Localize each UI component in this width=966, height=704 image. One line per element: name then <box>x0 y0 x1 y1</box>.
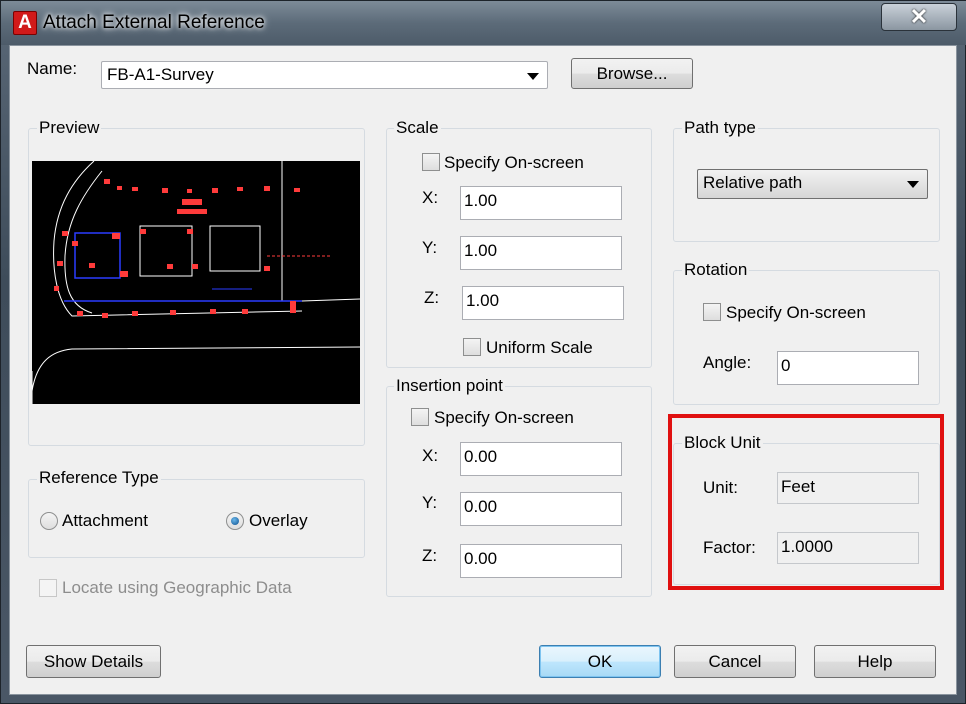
angle-label: Angle: <box>703 353 751 373</box>
path-type-dropdown[interactable]: Relative path <box>697 169 928 199</box>
insertion-y-input[interactable]: 0.00 <box>460 492 622 526</box>
rotation-specify-checkbox[interactable] <box>703 303 721 321</box>
preview-title: Preview <box>37 118 101 138</box>
help-button[interactable]: Help <box>814 645 936 678</box>
close-button[interactable]: ✕ <box>881 3 957 31</box>
name-dropdown-value: FB-A1-Survey <box>107 65 214 84</box>
insertion-z-label: Z: <box>422 546 437 566</box>
path-type-title: Path type <box>682 118 758 138</box>
insertion-specify-checkbox[interactable] <box>411 408 429 426</box>
insertion-x-input[interactable]: 0.00 <box>460 442 622 476</box>
name-dropdown[interactable]: FB-A1-Survey <box>101 61 548 89</box>
geographic-data-label: Locate using Geographic Data <box>62 578 292 598</box>
cancel-button[interactable]: Cancel <box>674 645 796 678</box>
scale-title: Scale <box>394 118 441 138</box>
survey-drawing-image <box>32 161 360 404</box>
insertion-point-title: Insertion point <box>394 376 505 396</box>
show-details-button[interactable]: Show Details <box>26 645 161 678</box>
rotation-title: Rotation <box>682 260 749 280</box>
reference-type-title: Reference Type <box>37 468 161 488</box>
chevron-down-icon <box>527 73 539 80</box>
browse-button[interactable]: Browse... <box>571 58 693 89</box>
uniform-scale-checkbox[interactable] <box>463 338 481 356</box>
chevron-down-icon <box>907 181 919 188</box>
scale-z-label: Z: <box>424 288 439 308</box>
attachment-radio[interactable] <box>40 512 58 530</box>
scale-specify-checkbox[interactable] <box>422 153 440 171</box>
ok-button[interactable]: OK <box>539 645 661 678</box>
scale-specify-label: Specify On-screen <box>444 153 584 173</box>
scale-y-label: Y: <box>422 238 437 258</box>
insertion-specify-label: Specify On-screen <box>434 408 574 428</box>
path-type-value: Relative path <box>703 173 802 192</box>
title-bar[interactable]: A Attach External Reference ✕ <box>1 1 966 45</box>
insertion-z-input[interactable]: 0.00 <box>460 544 622 578</box>
angle-input[interactable]: 0 <box>777 351 919 385</box>
dialog-window: A Attach External Reference ✕ Name: FB-A… <box>0 0 966 704</box>
dialog-body: Name: FB-A1-Survey Browse... Preview <box>9 45 957 695</box>
window-title: Attach External Reference <box>43 12 265 34</box>
rotation-specify-label: Specify On-screen <box>726 303 866 323</box>
autocad-app-icon: A <box>13 11 37 35</box>
preview-image <box>32 161 360 404</box>
name-label: Name: <box>27 59 77 79</box>
scale-x-label: X: <box>422 188 438 208</box>
uniform-scale-label: Uniform Scale <box>486 338 593 358</box>
attachment-label[interactable]: Attachment <box>62 511 148 531</box>
close-icon: ✕ <box>910 4 928 29</box>
overlay-radio[interactable] <box>226 512 244 530</box>
scale-y-input[interactable]: 1.00 <box>460 236 622 270</box>
geographic-data-checkbox[interactable] <box>39 579 57 597</box>
scale-z-input[interactable]: 1.00 <box>462 286 624 320</box>
scale-x-input[interactable]: 1.00 <box>460 186 622 220</box>
overlay-label[interactable]: Overlay <box>249 511 308 531</box>
block-unit-highlight-box <box>668 414 944 590</box>
insertion-x-label: X: <box>422 446 438 466</box>
insertion-y-label: Y: <box>422 493 437 513</box>
